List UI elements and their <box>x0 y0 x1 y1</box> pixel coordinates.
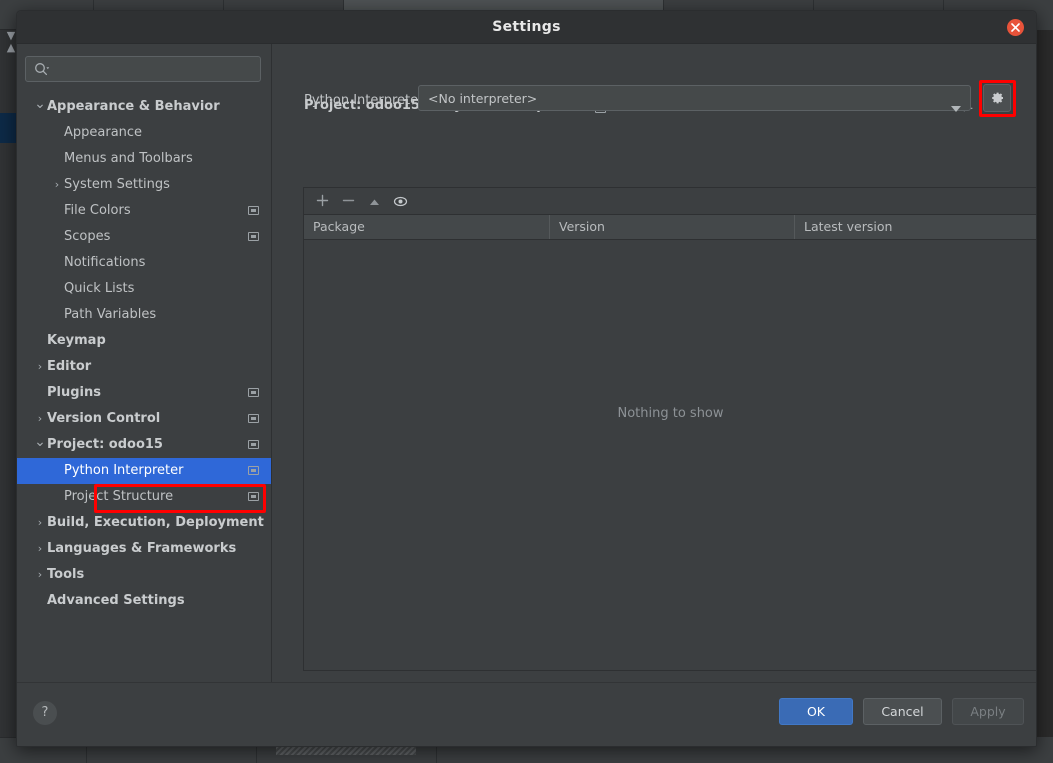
packages-table-header: Package Version Latest version <box>304 215 1037 239</box>
chevron-right-icon[interactable]: › <box>33 510 47 536</box>
dialog-title: Settings <box>17 19 1036 35</box>
ok-button[interactable]: OK <box>779 698 853 725</box>
sidebar-item-label: Editor <box>47 354 91 380</box>
sidebar-item-project-structure[interactable]: Project Structure <box>17 484 271 510</box>
interpreter-settings-gear-button[interactable] <box>983 84 1011 112</box>
sidebar-item-label: Keymap <box>47 328 106 354</box>
settings-dialog: Settings <box>16 10 1037 747</box>
sidebar-item-label: Languages & Frameworks <box>47 536 236 562</box>
sidebar-item-advanced-settings[interactable]: Advanced Settings <box>17 588 271 614</box>
sidebar-item-label: Appearance <box>64 120 142 146</box>
sidebar-item-label: Advanced Settings <box>47 588 185 614</box>
scope-badge-icon <box>248 414 259 423</box>
chevron-right-icon[interactable]: › <box>33 562 47 588</box>
search-container <box>17 44 271 88</box>
sidebar-item-build-execution-deployment[interactable]: ›Build, Execution, Deployment <box>17 510 271 536</box>
sidebar-item-scopes[interactable]: Scopes <box>17 224 271 250</box>
sidebar-item-label: Project Structure <box>64 484 173 510</box>
sidebar-item-quick-lists[interactable]: Quick Lists <box>17 276 271 302</box>
chevron-right-icon[interactable]: › <box>33 406 47 432</box>
settings-sidebar: ⌄Appearance & BehaviorAppearanceMenus an… <box>17 44 272 682</box>
sidebar-item-appearance-behavior[interactable]: ⌄Appearance & Behavior <box>17 94 271 120</box>
sidebar-item-label: Notifications <box>64 250 145 276</box>
scope-badge-icon <box>248 492 259 501</box>
sidebar-item-label: Project: odoo15 <box>47 432 163 458</box>
apply-button[interactable]: Apply <box>952 698 1024 725</box>
settings-content: Project: odoo15 › Python Interpreter ← →… <box>272 44 1036 682</box>
sidebar-item-label: System Settings <box>64 172 170 198</box>
sidebar-item-label: Scopes <box>64 224 110 250</box>
chevron-right-icon[interactable]: › <box>50 172 64 198</box>
chevron-down-icon[interactable]: ⌄ <box>33 432 47 458</box>
scope-badge-icon <box>248 388 259 397</box>
search-input[interactable] <box>56 57 254 81</box>
dialog-body: ⌄Appearance & BehaviorAppearanceMenus an… <box>17 44 1036 682</box>
scope-badge-icon <box>248 466 259 475</box>
interpreter-select[interactable]: <No interpreter> <box>418 85 971 111</box>
sidebar-item-label: Build, Execution, Deployment <box>47 510 264 536</box>
sidebar-item-label: Version Control <box>47 406 160 432</box>
sidebar-item-label: Tools <box>47 562 84 588</box>
packages-panel: Package Version Latest version Nothing t… <box>303 187 1037 671</box>
sidebar-item-label: Appearance & Behavior <box>47 94 220 120</box>
column-header-package[interactable]: Package <box>304 215 549 239</box>
sidebar-item-label: Plugins <box>47 380 101 406</box>
packages-toolbar <box>304 188 1037 215</box>
help-button[interactable]: ? <box>33 701 57 725</box>
column-header-version[interactable]: Version <box>549 215 794 239</box>
sidebar-item-menus-and-toolbars[interactable]: Menus and Toolbars <box>17 146 271 172</box>
sidebar-item-python-interpreter[interactable]: Python Interpreter <box>17 458 271 484</box>
scope-badge-icon <box>248 206 259 215</box>
sidebar-item-system-settings[interactable]: ›System Settings <box>17 172 271 198</box>
sidebar-item-label: Path Variables <box>64 302 156 328</box>
column-header-latest-version[interactable]: Latest version <box>794 215 1037 239</box>
settings-tree: ⌄Appearance & BehaviorAppearanceMenus an… <box>17 94 271 614</box>
sidebar-item-notifications[interactable]: Notifications <box>17 250 271 276</box>
chevron-down-icon[interactable]: ⌄ <box>33 94 47 120</box>
scope-badge-icon <box>248 440 259 449</box>
sidebar-item-languages-frameworks[interactable]: ›Languages & Frameworks <box>17 536 271 562</box>
sidebar-item-editor[interactable]: ›Editor <box>17 354 271 380</box>
close-icon[interactable] <box>1007 19 1024 36</box>
scope-badge-icon <box>248 232 259 241</box>
sidebar-item-project-odoo15[interactable]: ⌄Project: odoo15 <box>17 432 271 458</box>
empty-state-message: Nothing to show <box>304 406 1037 421</box>
dialog-footer: ? OK Cancel Apply <box>17 682 1036 746</box>
interpreter-value: <No interpreter> <box>428 91 537 106</box>
plus-icon[interactable] <box>312 192 332 212</box>
sidebar-item-appearance[interactable]: Appearance <box>17 120 271 146</box>
sidebar-item-file-colors[interactable]: File Colors <box>17 198 271 224</box>
sidebar-item-keymap[interactable]: Keymap <box>17 328 271 354</box>
search-icon <box>34 62 50 81</box>
packages-table-body[interactable]: Nothing to show <box>304 240 1037 670</box>
sidebar-item-version-control[interactable]: ›Version Control <box>17 406 271 432</box>
sidebar-item-label: Menus and Toolbars <box>64 146 193 172</box>
upgrade-arrow-icon[interactable] <box>364 192 384 212</box>
dialog-titlebar: Settings <box>17 11 1036 44</box>
sidebar-item-label: File Colors <box>64 198 131 224</box>
sidebar-item-plugins[interactable]: Plugins <box>17 380 271 406</box>
sidebar-item-label: Python Interpreter <box>64 458 183 484</box>
search-box[interactable] <box>25 56 261 82</box>
minus-icon[interactable] <box>338 192 358 212</box>
chevron-right-icon[interactable]: › <box>33 354 47 380</box>
eye-icon[interactable] <box>390 192 410 212</box>
sidebar-item-tools[interactable]: ›Tools <box>17 562 271 588</box>
sidebar-item-label: Quick Lists <box>64 276 134 302</box>
chevron-right-icon[interactable]: › <box>33 536 47 562</box>
chevron-down-icon <box>951 97 961 116</box>
ide-status-progress <box>276 747 416 755</box>
cancel-button[interactable]: Cancel <box>863 698 942 725</box>
sidebar-item-path-variables[interactable]: Path Variables <box>17 302 271 328</box>
interpreter-label: Python Interpreter: <box>304 93 428 108</box>
